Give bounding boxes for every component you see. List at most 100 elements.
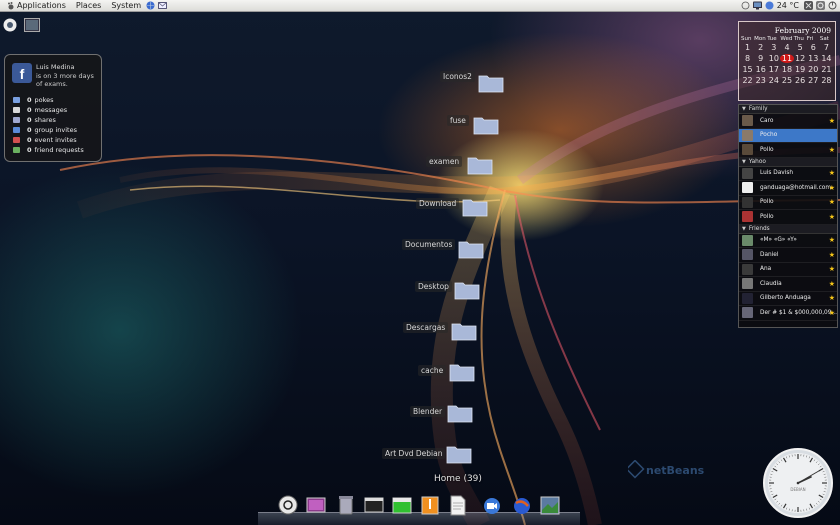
stat-event-invites[interactable]: 0 event invites [13,135,84,145]
calendar-day[interactable]: 25 [780,76,793,85]
folder-icon [462,199,488,217]
stat-messages[interactable]: 0 messages [13,105,84,115]
applications-menu[interactable]: Applications [4,0,69,12]
web-browser-icon[interactable] [512,494,532,516]
status-star-icon: ★ [828,198,835,207]
spreadsheet-icon[interactable] [392,494,412,516]
avatar [742,115,753,127]
calendar-days: 1 2 3 4 5 6 7 8 9 10 11 12 13 14 15 16 17 18 19 20 21 22 23 24 2… [739,43,835,85]
weekday: Tue [767,36,777,42]
calendar-day[interactable]: 21 [820,65,833,74]
calendar-day[interactable]: 5 [794,43,807,52]
power-icon[interactable] [828,1,837,10]
contact-row[interactable]: Claudia ★ [739,277,837,292]
contact-name: Pollo [760,199,774,206]
image-editor-icon[interactable] [540,494,560,516]
shutdown-icon[interactable] [816,1,825,10]
contact-row[interactable]: Pollo ★ [739,196,837,210]
compiz-icon[interactable] [2,17,18,33]
avatar [742,182,753,194]
user-switch-icon[interactable] [804,1,813,10]
calendar-day[interactable]: 1 [741,43,754,52]
mail-icon[interactable] [158,1,168,10]
shutdown-dock-icon[interactable] [278,494,298,516]
contact-row[interactable]: Pollo ★ [739,210,837,225]
contact-row[interactable]: Gilberto Anduaga ★ [739,292,837,306]
calendar-day[interactable]: 3 [767,43,780,52]
stat-friend-requests[interactable]: 0 friend requests [13,145,84,155]
screenshot-thumbnail-icon[interactable] [24,17,40,33]
home-folder-label[interactable]: Home (39) [434,474,482,484]
calendar-day[interactable]: 9 [754,54,767,63]
calendar-day[interactable]: 2 [754,43,767,52]
calendar-day[interactable]: 15 [741,65,754,74]
trash-icon[interactable] [336,494,356,516]
calendar-day[interactable]: 4 [780,43,793,52]
group-header-friends[interactable]: ▼ Friends [739,224,837,234]
contact-name: Pollo [760,213,774,220]
folder-icon [446,446,472,464]
stat-pokes[interactable]: 0 pokes [13,95,84,105]
calendar-day[interactable]: 11 [780,54,794,63]
network-icon[interactable] [741,1,750,10]
video-chat-icon[interactable] [482,494,502,516]
calendar-day[interactable]: 23 [754,76,767,85]
calendar-day[interactable]: 28 [820,76,833,85]
calendar-day[interactable]: 14 [820,54,833,63]
calendar-day[interactable]: 16 [754,65,767,74]
display-icon[interactable] [752,1,762,10]
globe-icon[interactable] [146,1,155,10]
contact-row[interactable]: Luis Davish ★ [739,167,837,181]
avatar [742,129,753,141]
calendar-day[interactable]: 13 [807,54,820,63]
calendar-day[interactable]: 7 [820,43,833,52]
facebook-stats: 0 pokes 0 messages 0 shares 0 group invites … [13,95,84,155]
contact-name: Pollo [760,146,774,153]
calendar-day[interactable]: 10 [767,54,780,63]
calendar-day[interactable]: 27 [807,76,820,85]
calendar-day[interactable]: 19 [794,65,807,74]
calendar-day[interactable]: 20 [807,65,820,74]
calendar-day[interactable]: 18 [780,65,793,74]
calendar-day[interactable]: 8 [741,54,754,63]
contact-name: Claudia [760,280,782,287]
contact-row[interactable]: Pocho [739,128,837,143]
contact-row[interactable]: Caro ★ [739,114,837,129]
contact-row[interactable]: Pollo ★ [739,143,837,158]
contact-row[interactable]: «M» «G» «Y» ★ [739,234,837,248]
avatar [742,249,753,261]
facebook-widget[interactable]: f Luis Medina is on 3 more days of exams… [4,54,102,162]
calendar-widget[interactable]: February 2009 Sun Mon Tue Wed Thu Fri Sa… [738,21,836,101]
expand-triangle-icon[interactable]: ▼ [742,159,746,165]
calendar-day[interactable]: 12 [794,54,807,63]
stat-shares[interactable]: 0 shares [13,115,84,125]
contact-row[interactable]: ganduaga@hotmail.com ★ [739,181,837,196]
group-name: Friends [748,225,770,232]
calendar-day[interactable]: 26 [794,76,807,85]
contact-row[interactable]: Der # $1 & $000,000,09... ★ [739,306,837,321]
weather-icon[interactable] [765,1,774,10]
system-menu[interactable]: System [108,0,144,12]
clock-brand: DEBIAN [790,487,805,492]
expand-triangle-icon[interactable]: ▼ [742,226,746,232]
terminal-icon[interactable] [364,494,384,516]
expand-triangle-icon[interactable]: ▼ [742,106,746,112]
archive-icon[interactable] [420,494,440,516]
buddy-list[interactable]: ▼ Family Caro ★ Pocho Pollo ★ ▼ Yahoo Luis Davish… [738,104,838,328]
document-icon[interactable] [448,494,468,516]
weekday: Mon [754,36,766,42]
places-menu[interactable]: Places [73,0,104,12]
calendar-day[interactable]: 24 [767,76,780,85]
calendar-day[interactable]: 17 [767,65,780,74]
top-panel: Applications Places System 24 °C [0,0,840,12]
avatar [742,307,753,319]
photo-viewer-icon[interactable] [306,494,326,516]
group-header-yahoo[interactable]: ▼ Yahoo [739,157,837,167]
calendar-day[interactable]: 6 [807,43,820,52]
stat-group-invites[interactable]: 0 group invites [13,125,84,135]
calendar-day[interactable]: 22 [741,76,754,85]
group-header-family[interactable]: ▼ Family [739,105,837,114]
contact-row[interactable]: Daniel ★ [739,248,837,263]
contact-name: Gilberto Anduaga [760,295,811,302]
contact-row[interactable]: Ana ★ [739,263,837,277]
